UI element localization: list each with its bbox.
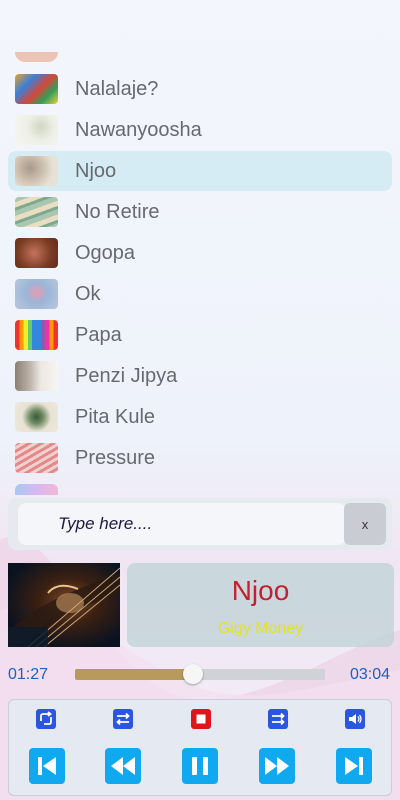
album-art	[8, 563, 120, 647]
playlist-item[interactable]: Ogopa	[8, 233, 392, 273]
thumb-art-icon	[15, 238, 58, 268]
skip-previous-button[interactable]	[29, 748, 65, 784]
clear-search-label: x	[361, 516, 369, 532]
playlist-item-active[interactable]: Njoo	[8, 151, 392, 191]
skip-next-button[interactable]	[336, 748, 372, 784]
playlist-item-label: Papa	[75, 323, 122, 346]
volume-icon	[345, 709, 365, 729]
now-playing-artist: Gigy Money	[217, 620, 304, 637]
thumb-art-icon	[15, 156, 58, 186]
seek-bar-handle[interactable]	[182, 664, 203, 684]
playlist-item[interactable]: Ok	[8, 274, 392, 314]
thumb-art-icon	[15, 443, 58, 473]
stop-button[interactable]	[189, 707, 213, 731]
playlist-item[interactable]: No Retire	[8, 192, 392, 232]
shuffle-button[interactable]	[266, 707, 290, 731]
playlist-item[interactable]: Papa	[8, 315, 392, 355]
playlist-item-label: Penzi Jipya	[75, 364, 178, 387]
fast-forward-button[interactable]	[259, 748, 295, 784]
playlist-item[interactable]: Penzi Jipya	[8, 356, 392, 396]
rewind-button[interactable]	[105, 748, 141, 784]
now-playing-title: Njoo	[231, 575, 290, 606]
rewind-icon	[111, 757, 135, 775]
playlist-item-label: Pressure	[75, 446, 156, 469]
repeat-icon	[36, 709, 56, 729]
elapsed-time: 01:27	[8, 666, 49, 683]
now-playing-card: Njoo Gigy Money	[127, 563, 394, 647]
thumb-art-icon	[15, 279, 58, 309]
playlist-item[interactable]: Pressure	[8, 438, 392, 478]
pause-icon	[192, 757, 208, 775]
shuffle-icon	[268, 709, 288, 729]
playlist-item-label: Nawanyoosha	[75, 118, 202, 141]
skip-previous-icon	[38, 757, 56, 775]
search-bar: Type here.... x	[8, 498, 392, 550]
playlist-item-label: No Retire	[75, 200, 160, 223]
loop-button[interactable]	[111, 707, 135, 731]
skip-next-icon	[345, 757, 363, 775]
total-time: 03:04	[350, 666, 391, 683]
repeat-button[interactable]	[34, 707, 58, 731]
partial-thumb	[15, 52, 58, 62]
seek-bar[interactable]	[75, 664, 325, 684]
playlist-item-label: Pita Kule	[75, 405, 156, 428]
stop-icon	[191, 709, 211, 729]
playlist-item-label: Ok	[75, 282, 101, 305]
playlist-item[interactable]: Pita Kule	[8, 397, 392, 437]
loop-icon	[113, 709, 133, 729]
search-placeholder: Type here....	[58, 514, 153, 533]
thumb-art-icon	[15, 402, 58, 432]
playlist-item-label: Nalalaje?	[75, 77, 159, 100]
playlist-item[interactable]: Nawanyoosha	[8, 110, 392, 150]
playlist-item[interactable]: Nalalaje?	[8, 69, 392, 109]
thumb-art-icon	[15, 320, 58, 350]
seek-bar-fill	[75, 669, 193, 680]
pause-button[interactable]	[182, 748, 218, 784]
thumb-art-icon	[15, 197, 58, 227]
thumb-art-icon	[15, 115, 58, 145]
partial-thumb	[15, 484, 58, 495]
playlist-item-label: Ogopa	[75, 241, 136, 264]
clear-search-button[interactable]: x	[344, 503, 386, 545]
search-input[interactable]: Type here....	[18, 503, 346, 545]
thumb-art-icon	[15, 74, 58, 104]
playlist-item-label: Njoo	[75, 159, 117, 182]
thumb-art-icon	[15, 361, 58, 391]
player-controls	[8, 699, 392, 796]
fast-forward-icon	[265, 757, 289, 775]
playlist: Nalalaje? Nawanyoosha Njoo No Retire Ogo…	[0, 40, 400, 495]
volume-button[interactable]	[343, 707, 367, 731]
